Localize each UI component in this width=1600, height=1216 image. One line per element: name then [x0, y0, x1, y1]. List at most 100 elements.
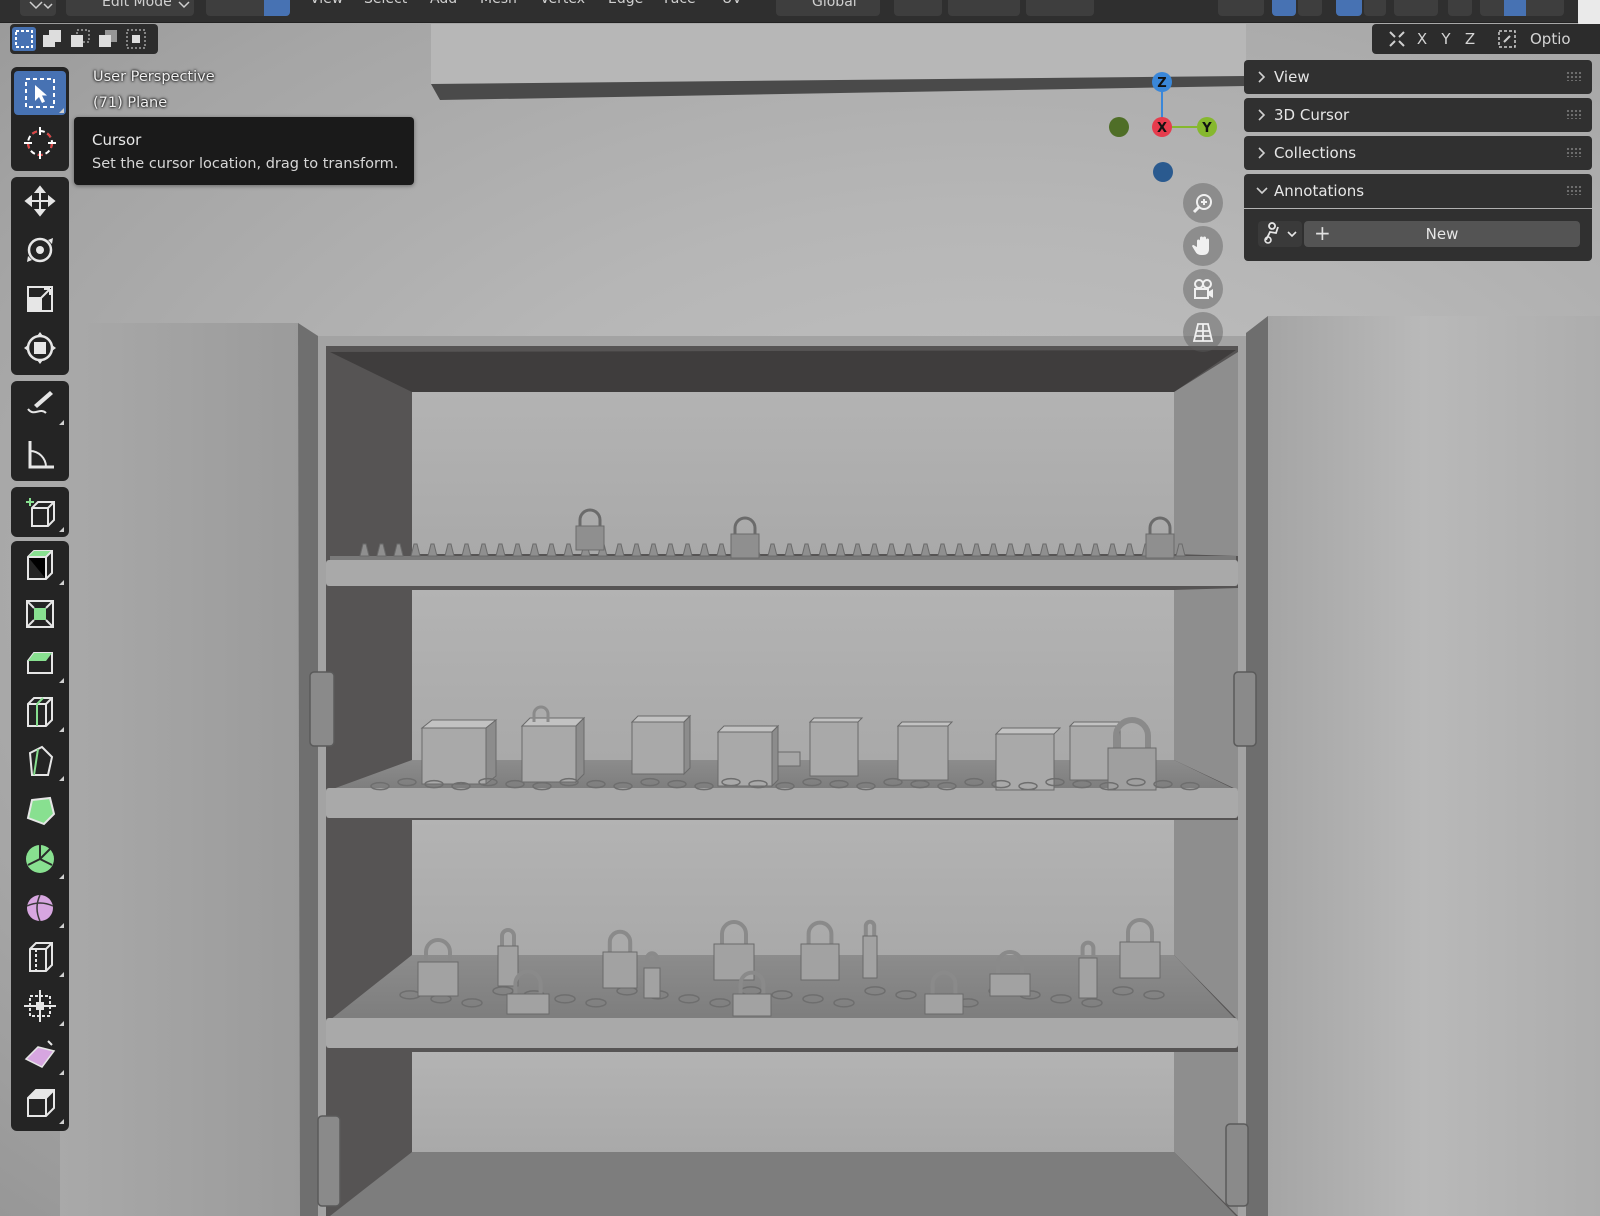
inset-faces-icon[interactable] [14, 592, 66, 636]
3d-viewport[interactable]: Edit Mode View Select Add Mesh Vertex Edge Fac… [0, 0, 1600, 1216]
overlays-toggle-button[interactable] [1336, 0, 1362, 16]
axis-neg-z-handle[interactable] [1153, 162, 1173, 182]
menu-add[interactable]: Add [430, 0, 457, 12]
spin-icon[interactable] [14, 837, 66, 881]
drag-handle-icon[interactable] [1566, 147, 1582, 157]
axis-x-label: X [1157, 121, 1167, 136]
chevron-right-icon [1258, 71, 1266, 83]
select-mode-group[interactable] [206, 0, 290, 16]
chevron-down-icon [178, 1, 190, 9]
select-intersect-icon[interactable] [124, 27, 148, 51]
transform-icon[interactable] [14, 326, 66, 370]
orientation-gizmo[interactable]: Z Y X [1100, 66, 1230, 196]
gizmo-dropdown[interactable] [1298, 0, 1322, 16]
proportional-edit-button[interactable] [1026, 0, 1094, 16]
overlays-dropdown[interactable] [1364, 0, 1386, 16]
chevron-down-icon [1256, 187, 1268, 195]
axis-y-label: Y [1201, 121, 1212, 136]
panel-section-3d-cursor[interactable]: 3D Cursor [1244, 98, 1592, 132]
shading-mode-group[interactable] [1480, 0, 1564, 16]
select-mode-toolbar [10, 24, 158, 54]
object-info-label: (71) Plane [93, 95, 168, 111]
chevron-right-icon [1258, 109, 1266, 121]
toolbar-group-select [11, 67, 69, 171]
scale-icon[interactable] [14, 277, 66, 321]
select-invert-icon[interactable] [96, 27, 120, 51]
solid-shading-button[interactable] [1504, 0, 1526, 16]
smooth-icon[interactable] [14, 886, 66, 930]
new-annotation-button[interactable]: + New [1304, 221, 1580, 247]
ortho-grid-icon[interactable] [1183, 312, 1223, 352]
drag-handle-icon[interactable] [1566, 109, 1582, 119]
tooltip-description: Set the cursor location, drag to transfo… [92, 156, 399, 172]
face-select-button[interactable] [264, 0, 290, 16]
cursor-icon[interactable] [14, 121, 66, 165]
panel-section-label: Annotations [1274, 182, 1365, 200]
selectability-dropdown[interactable] [1218, 0, 1264, 16]
rip-region-icon[interactable] [14, 1082, 66, 1126]
mirror-axis-toolbar: X Y Z Optio [1372, 24, 1600, 54]
panel-section-collections[interactable]: Collections [1244, 136, 1592, 170]
menu-mesh[interactable]: Mesh [480, 0, 517, 12]
select-subtract-icon[interactable] [68, 27, 92, 51]
orientation-dropdown[interactable]: Global [776, 0, 880, 16]
panel-section-view[interactable]: View [1244, 60, 1592, 94]
menu-view[interactable]: View [310, 0, 343, 12]
panel-section-label: Collections [1274, 144, 1357, 162]
orientation-label: Global [812, 0, 857, 10]
auto-merge-icon[interactable] [1496, 28, 1518, 50]
drag-handle-icon[interactable] [1566, 185, 1582, 195]
shear-icon[interactable] [14, 1033, 66, 1077]
mode-label: Edit Mode [102, 0, 172, 10]
toolbar-group-annotate [11, 381, 69, 481]
select-extend-icon[interactable] [40, 27, 64, 51]
menu-vertex[interactable]: Vertex [540, 0, 585, 12]
knife-icon[interactable] [14, 739, 66, 783]
axis-z-toggle[interactable]: Z [1460, 28, 1480, 50]
bevel-icon[interactable] [14, 641, 66, 685]
select-box-icon[interactable] [14, 71, 66, 115]
editor-type-button[interactable] [20, 0, 56, 16]
move-icon[interactable] [14, 179, 66, 223]
shrink-fatten-icon[interactable] [14, 984, 66, 1028]
panel-section-label: View [1274, 68, 1310, 86]
panel-section-label: 3D Cursor [1274, 106, 1350, 124]
zoom-icon[interactable] [1183, 183, 1223, 223]
toolbar-group-transform [11, 177, 69, 375]
drag-handle-icon[interactable] [1566, 71, 1582, 81]
pivot-dropdown[interactable] [894, 0, 942, 16]
poly-build-icon[interactable] [14, 788, 66, 832]
add-cube-icon[interactable] [14, 490, 66, 534]
axis-y-toggle[interactable]: Y [1436, 28, 1456, 50]
pan-hand-icon[interactable] [1183, 226, 1223, 266]
new-button-label: New [1425, 225, 1459, 243]
gizmo-toggle-button[interactable] [1272, 0, 1296, 16]
menu-face[interactable]: Face [664, 0, 696, 12]
edge-slide-icon[interactable] [14, 935, 66, 979]
chevron-right-icon [1258, 147, 1266, 159]
view-name-label: User Perspective [93, 69, 215, 85]
mirror-icon[interactable] [1386, 28, 1408, 50]
panel-section-annotations[interactable]: Annotations [1244, 174, 1592, 208]
toolbar-group-add [11, 487, 69, 537]
annotation-layer-dropdown[interactable] [1258, 221, 1302, 247]
annotate-icon[interactable] [14, 383, 66, 427]
xray-toggle-button[interactable] [1448, 0, 1472, 16]
tool-tooltip: Cursor Set the cursor location, drag to … [74, 117, 414, 185]
menu-edge[interactable]: Edge [608, 0, 643, 12]
snap-dropdown[interactable] [948, 0, 1020, 16]
options-dropdown[interactable]: Optio [1524, 28, 1600, 50]
camera-view-icon[interactable] [1183, 269, 1223, 309]
select-new-icon[interactable] [12, 27, 36, 51]
loop-cut-icon[interactable] [14, 690, 66, 734]
measure-icon[interactable] [14, 433, 66, 477]
axis-x-toggle[interactable]: X [1412, 28, 1432, 50]
menu-uv[interactable]: UV [722, 0, 742, 12]
menu-select[interactable]: Select [364, 0, 407, 12]
mode-dropdown[interactable]: Edit Mode [66, 0, 194, 16]
extrude-region-icon[interactable] [14, 543, 66, 587]
rotate-icon[interactable] [14, 228, 66, 272]
axis-neg-y-handle[interactable] [1109, 117, 1129, 137]
mesh-edit-overlays-button[interactable] [1394, 0, 1438, 16]
axis-z-label: Z [1157, 76, 1166, 91]
